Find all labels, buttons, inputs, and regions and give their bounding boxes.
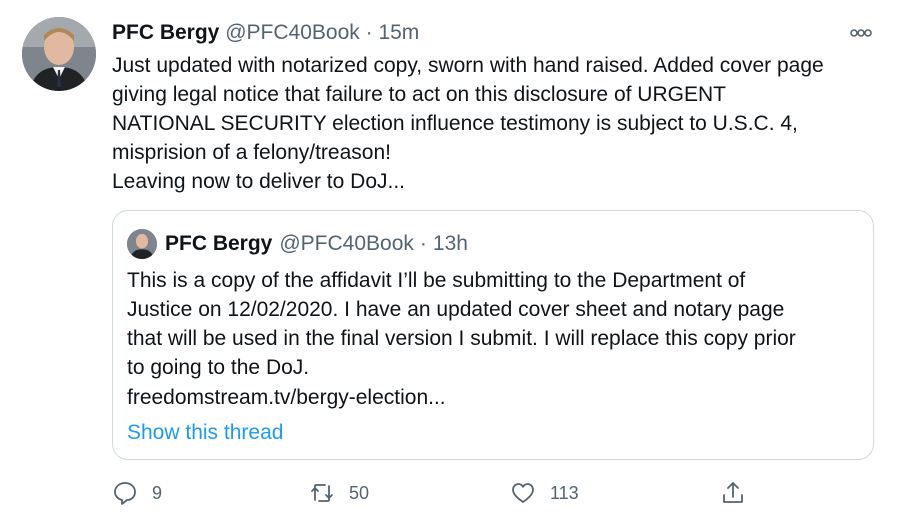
author-name[interactable]: PFC Bergy (112, 21, 219, 44)
quoted-author-name: PFC Bergy (165, 232, 273, 255)
quoted-tweet[interactable]: PFC Bergy @PFC40Book · 13h This is a cop… (112, 210, 874, 460)
like-button[interactable]: 113 (510, 478, 579, 508)
heart-icon (512, 483, 534, 503)
author-avatar[interactable] (22, 17, 96, 91)
more-horizontal-icon[interactable] (846, 20, 876, 46)
quoted-author-avatar (127, 229, 157, 259)
tweet: PFC Bergy @PFC40Book · 15m Just updated … (0, 0, 900, 513)
reply-button[interactable]: 9 (112, 478, 162, 508)
retweet-count: 50 (349, 482, 370, 503)
reply-count: 9 (152, 482, 163, 503)
share-icon (723, 482, 743, 503)
like-count: 113 (550, 482, 579, 503)
separator: · (419, 232, 427, 255)
tweet-actions: 9 50 113 (112, 478, 772, 508)
reply-icon (114, 482, 136, 505)
author-handle[interactable]: @PFC40Book (225, 21, 360, 44)
quoted-tweet-time: 13h (432, 232, 468, 255)
quoted-author-handle: @PFC40Book (279, 232, 414, 255)
quoted-tweet-text: This is a copy of the affidavit I’ll be … (127, 269, 796, 379)
separator: · (365, 21, 373, 44)
tweet-header: PFC Bergy @PFC40Book · 15m (112, 20, 419, 46)
retweet-button[interactable]: 50 (309, 478, 369, 508)
retweet-icon (311, 484, 333, 502)
quoted-tweet-link[interactable]: freedomstream.tv/bergy-election... (127, 383, 446, 412)
show-thread-link[interactable]: Show this thread (127, 418, 283, 447)
share-button[interactable] (720, 478, 760, 508)
tweet-time[interactable]: 15m (378, 21, 419, 44)
quoted-tweet-header: PFC Bergy @PFC40Book · 13h (127, 229, 468, 259)
tweet-text: Just updated with notarized copy, sworn … (112, 54, 824, 193)
